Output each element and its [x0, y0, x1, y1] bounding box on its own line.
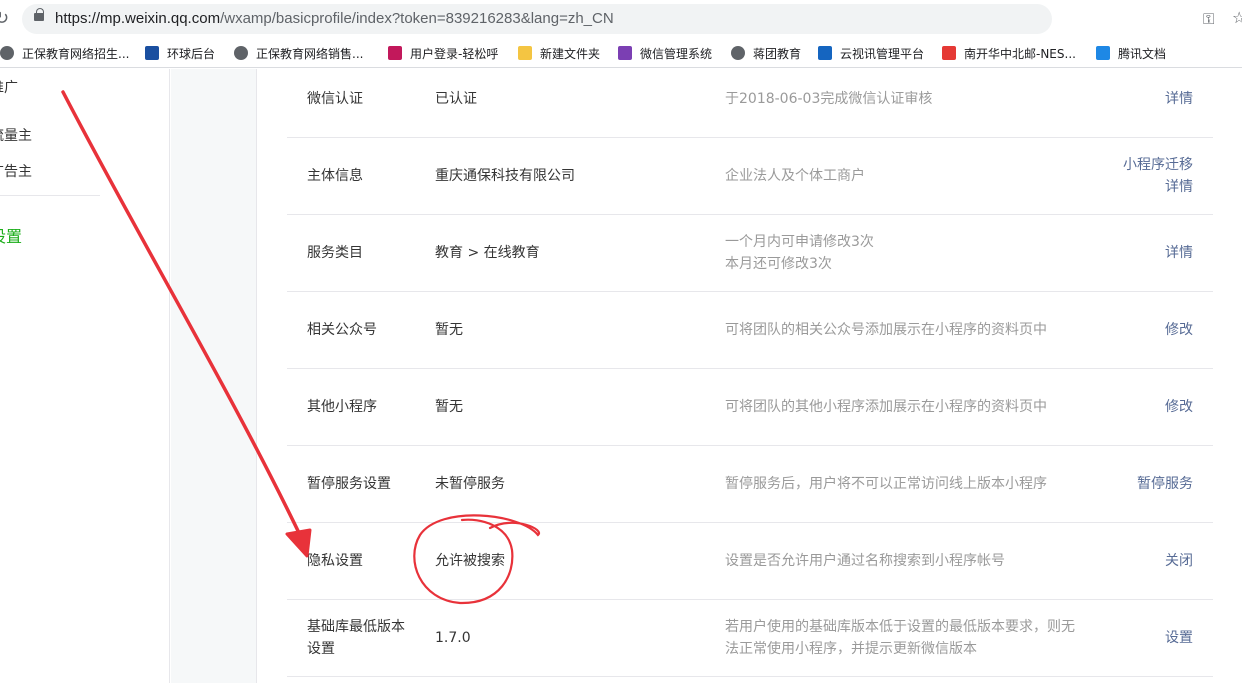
globe-icon: [0, 46, 14, 60]
row-value: 未暂停服务: [435, 476, 505, 492]
lock-icon[interactable]: [34, 8, 44, 21]
content-gutter: [171, 69, 257, 683]
bookmark-label: 正保教育网络招生...: [22, 46, 130, 61]
nav-item-promotion[interactable]: 推广: [0, 77, 18, 97]
settings-row-related-accounts: 相关公众号 暂无 可将团队的相关公众号添加展示在小程序的资料页中 修改: [287, 292, 1213, 369]
app-icon: [388, 46, 402, 60]
bookmark-label: 用户登录-轻松呼: [410, 46, 499, 61]
row-value: 1.7.0: [435, 630, 471, 646]
row-label: 隐私设置: [307, 553, 363, 569]
row-label: 暂停服务设置: [307, 476, 391, 492]
bookmark-item[interactable]: 蒋团教育: [731, 44, 801, 62]
row-value: 暂无: [435, 399, 463, 415]
nav-item-advertiser[interactable]: 广告主: [0, 161, 32, 181]
bookmark-item[interactable]: 云视讯管理平台: [818, 44, 924, 62]
settings-row-pause-service: 暂停服务设置 未暂停服务 暂停服务后，用户将不可以正常访问线上版本小程序 暂停服…: [287, 446, 1213, 523]
bookmark-item[interactable]: 正保教育网络招生...: [0, 44, 129, 62]
row-value: 允许被搜索: [435, 553, 505, 569]
pause-service-link[interactable]: 暂停服务: [1137, 473, 1193, 495]
row-label: 其他小程序: [307, 399, 377, 415]
settings-row-certification: 微信认证 已认证 于2018-06-03完成微信认证审核 详情: [287, 61, 1213, 138]
set-link[interactable]: 设置: [1165, 627, 1193, 649]
left-nav: 推广 流量主 广告主 设置: [0, 69, 170, 683]
app-icon: [618, 46, 632, 60]
row-description: 设置是否允许用户通过名称搜索到小程序帐号: [725, 553, 1005, 569]
row-actions: 关闭: [1073, 523, 1193, 599]
row-actions: 设置: [1073, 600, 1193, 676]
row-actions: 详情: [1073, 61, 1193, 137]
globe-icon: [234, 46, 248, 60]
row-label: 主体信息: [307, 168, 363, 184]
basic-settings-table: 微信认证 已认证 于2018-06-03完成微信认证审核 详情 主体信息 重庆通…: [287, 61, 1213, 677]
modify-link[interactable]: 修改: [1165, 396, 1193, 418]
url-text[interactable]: https://mp.weixin.qq.com/wxamp/basicprof…: [55, 10, 614, 27]
reload-icon[interactable]: ↻: [0, 8, 9, 29]
row-actions: 详情: [1073, 215, 1193, 291]
settings-row-privacy: 隐私设置 允许被搜索 设置是否允许用户通过名称搜索到小程序帐号 关闭: [287, 523, 1213, 600]
settings-row-entity-info: 主体信息 重庆通保科技有限公司 企业法人及个体工商户 小程序迁移 详情: [287, 138, 1213, 215]
bookmark-label: 南开华中北邮-NES...: [964, 46, 1076, 61]
bookmark-item[interactable]: 用户登录-轻松呼: [388, 44, 498, 62]
row-actions: 小程序迁移 详情: [1073, 138, 1193, 214]
bookmark-item[interactable]: 微信管理系统: [618, 44, 712, 62]
close-link[interactable]: 关闭: [1165, 550, 1193, 572]
bookmark-label: 微信管理系统: [640, 46, 713, 61]
row-value: 重庆通保科技有限公司: [435, 168, 575, 184]
url-host: https://mp.weixin.qq.com: [55, 10, 221, 27]
settings-row-min-library-version: 基础库最低版本设置 1.7.0 若用户使用的基础库版本低于设置的最低版本要求，则…: [287, 600, 1213, 677]
app-icon: [942, 46, 956, 60]
row-description: 暂停服务后，用户将不可以正常访问线上版本小程序: [725, 476, 1047, 492]
migrate-link[interactable]: 小程序迁移: [1123, 154, 1193, 176]
bookmark-label: 环球后台: [167, 46, 216, 61]
url-path: /wxamp/basicprofile/index?token=83921628…: [220, 10, 614, 27]
app-icon: [1096, 46, 1110, 60]
row-label: 服务类目: [307, 245, 363, 261]
details-link[interactable]: 详情: [1165, 88, 1193, 110]
app-icon: [818, 46, 832, 60]
star-icon[interactable]: ☆: [1232, 8, 1242, 27]
row-actions: 修改: [1073, 292, 1193, 368]
bookmark-item[interactable]: 正保教育网络销售...: [234, 44, 363, 62]
bookmark-label: 云视讯管理平台: [840, 46, 925, 61]
row-description: 可将团队的其他小程序添加展示在小程序的资料页中: [725, 399, 1047, 415]
row-actions: 暂停服务: [1073, 446, 1193, 522]
bookmark-item[interactable]: 环球后台: [145, 44, 215, 62]
row-value: 教育 > 在线教育: [435, 245, 540, 261]
row-description: 一个月内可申请修改3次 本月还可修改3次: [725, 234, 874, 272]
row-description: 若用户使用的基础库版本低于设置的最低版本要求，则无法正常使用小程序，并提示更新微…: [725, 619, 1075, 657]
bookmark-label: 腾讯文档: [1118, 46, 1167, 61]
nav-item-traffic-owner[interactable]: 流量主: [0, 125, 32, 145]
globe-icon: [731, 46, 745, 60]
folder-icon: [518, 46, 532, 60]
bookmark-label: 正保教育网络销售...: [256, 46, 364, 61]
e-logo-icon: [145, 46, 159, 60]
bookmark-item[interactable]: 新建文件夹: [518, 44, 600, 62]
row-label: 相关公众号: [307, 322, 377, 338]
bookmark-label: 蒋团教育: [753, 46, 802, 61]
key-icon[interactable]: ⚿: [1203, 10, 1214, 28]
modify-link[interactable]: 修改: [1165, 319, 1193, 341]
nav-divider: [0, 195, 100, 196]
bookmark-item[interactable]: 南开华中北邮-NES...: [942, 44, 1076, 62]
row-description: 企业法人及个体工商户: [725, 168, 865, 184]
row-description: 可将团队的相关公众号添加展示在小程序的资料页中: [725, 322, 1047, 338]
bookmark-item[interactable]: 腾讯文档: [1096, 44, 1166, 62]
row-label: 基础库最低版本设置: [307, 619, 405, 657]
details-link[interactable]: 详情: [1165, 242, 1193, 264]
row-actions: 修改: [1073, 369, 1193, 445]
row-label: 微信认证: [307, 91, 363, 107]
settings-row-other-miniprograms: 其他小程序 暂无 可将团队的其他小程序添加展示在小程序的资料页中 修改: [287, 369, 1213, 446]
settings-row-service-category: 服务类目 教育 > 在线教育 一个月内可申请修改3次 本月还可修改3次 详情: [287, 215, 1213, 292]
bookmark-label: 新建文件夹: [540, 46, 601, 61]
browser-address-bar: ↻ https://mp.weixin.qq.com/wxamp/basicpr…: [0, 0, 1242, 38]
row-value: 暂无: [435, 322, 463, 338]
row-description: 于2018-06-03完成微信认证审核: [725, 91, 933, 107]
details-link[interactable]: 详情: [1165, 176, 1193, 198]
nav-item-settings[interactable]: 设置: [0, 223, 22, 247]
row-value: 已认证: [435, 91, 477, 107]
